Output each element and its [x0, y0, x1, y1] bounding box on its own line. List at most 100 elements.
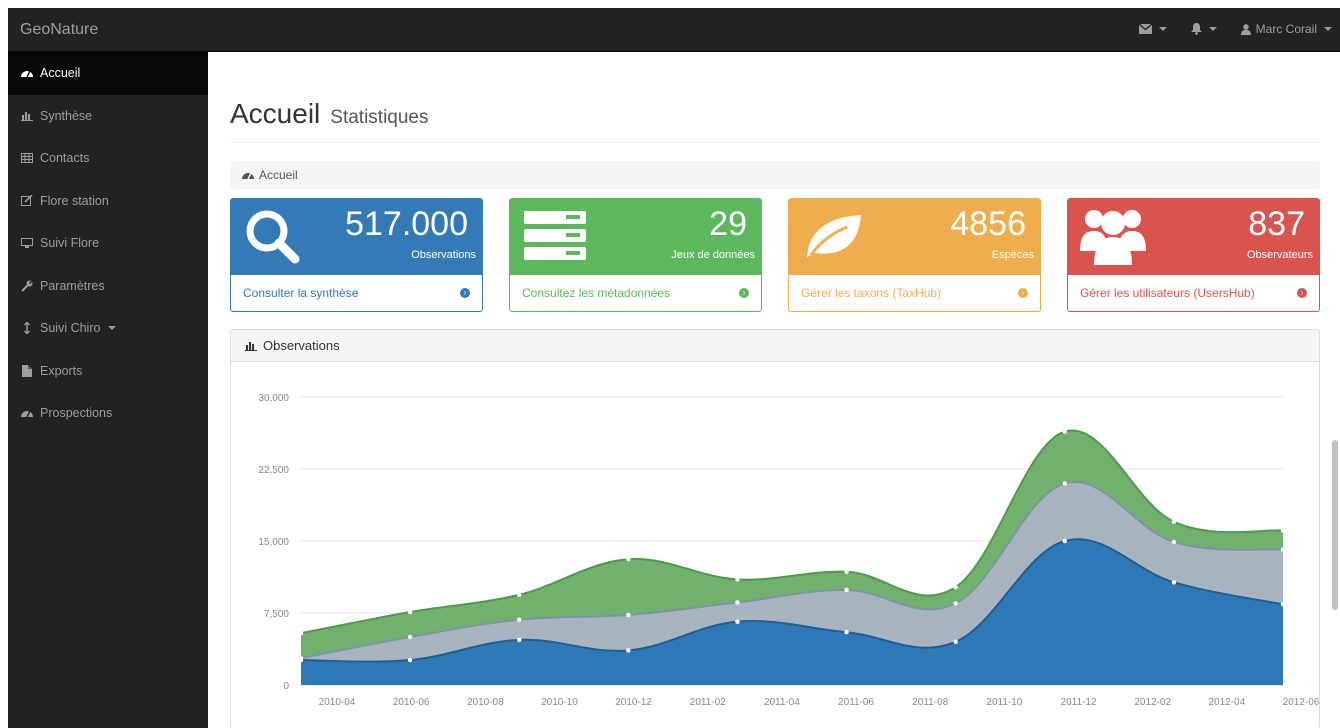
data-point — [953, 601, 958, 606]
sidebar-item-synthese[interactable]: Synthèse — [8, 95, 208, 138]
card-species: 4856 Espèces Gérer les taxons (TaxHub) › — [788, 198, 1041, 312]
data-point — [953, 584, 958, 590]
sidebar-item-label: Exports — [40, 363, 83, 378]
data-point — [953, 639, 958, 644]
sidebar-item-label: Prospections — [40, 406, 113, 421]
sidebar-item-label: Suivi Flore — [40, 236, 100, 251]
data-point — [407, 657, 413, 663]
sidebar-item-accueil[interactable]: Accueil — [8, 52, 208, 95]
breadcrumb: Accueil — [230, 161, 1320, 189]
data-point — [844, 630, 849, 635]
x-tick-label: 2010-08 — [467, 697, 504, 708]
desktop-icon — [20, 237, 34, 249]
data-point — [626, 557, 631, 562]
card-link[interactable]: Consultez les métadonnées › — [510, 275, 761, 311]
card-value: 517.000 — [345, 205, 468, 243]
server-icon — [524, 211, 586, 260]
x-tick-label: 2011-10 — [986, 697, 1022, 708]
x-tick-label: 2010-12 — [615, 697, 652, 708]
sidebar-item-label: Paramètres — [40, 278, 105, 293]
brand-logo[interactable]: GeoNature — [20, 21, 98, 39]
data-point — [844, 587, 849, 593]
panel-heading: Observations — [231, 330, 1319, 362]
bar-chart-icon — [245, 341, 257, 351]
data-point — [1171, 580, 1177, 585]
y-tick-label: 15,000 — [258, 537, 289, 548]
sidebar-item-label: Accueil — [40, 66, 81, 81]
observations-panel: Observations 0 7,500 15,000 22,500 30,000 201… — [230, 329, 1320, 728]
data-point — [1280, 602, 1286, 607]
sidebar-item-exports[interactable]: Exports — [8, 350, 208, 393]
resize-vertical-icon — [20, 322, 34, 335]
table-icon — [20, 153, 34, 164]
data-point — [1062, 429, 1067, 434]
card-label: Jeux de données — [671, 249, 755, 261]
sidebar-item-parametres[interactable]: Paramètres — [8, 265, 208, 308]
scrollbar-thumb[interactable] — [1332, 440, 1338, 610]
file-icon — [20, 364, 34, 377]
data-point — [1062, 538, 1067, 544]
caret-down-icon — [108, 326, 117, 331]
x-tick-label: 2012-04 — [1208, 697, 1245, 708]
page-header: Accueil Statistiques — [230, 98, 1320, 143]
sidebar-item-label: Contacts — [40, 151, 90, 166]
data-point — [844, 569, 849, 574]
breadcrumb-item[interactable]: Accueil — [259, 168, 298, 182]
sidebar-item-suivi-flore[interactable]: Suivi Flore — [8, 222, 208, 265]
messages-dropdown[interactable] — [1138, 24, 1167, 34]
data-point — [517, 592, 522, 597]
data-point — [407, 634, 413, 640]
alerts-dropdown[interactable] — [1190, 23, 1217, 35]
panel-title: Observations — [263, 338, 340, 353]
sidebar-item-suivi-chiro[interactable]: Suivi Chiro — [8, 307, 208, 350]
card-link[interactable]: Consulter la synthèse › — [231, 275, 482, 311]
card-datasets: 29 Jeux de données Consultez les métadon… — [509, 198, 762, 312]
data-point — [298, 630, 304, 636]
data-point — [1171, 539, 1177, 545]
card-label: Espèces — [991, 249, 1034, 261]
user-name: Marc Corail — [1255, 22, 1317, 36]
card-value: 4856 — [950, 205, 1026, 243]
x-tick-label: 2010-04 — [319, 697, 356, 708]
arrow-circle-right-icon: › — [739, 288, 749, 298]
y-tick-label: 0 — [283, 681, 289, 692]
edit-icon — [20, 195, 34, 207]
bar-chart-icon — [20, 111, 34, 121]
sidebar-item-prospections[interactable]: Prospections — [8, 392, 208, 435]
y-tick-label: 7,500 — [264, 609, 289, 620]
caret-down-icon — [1158, 27, 1167, 31]
card-link[interactable]: Gérer les taxons (TaxHub) › — [789, 275, 1040, 311]
stat-cards: 517.000 Observations Consulter la synthè… — [230, 198, 1320, 312]
data-point — [735, 619, 740, 624]
sidebar-item-flore-station[interactable]: Flore station — [8, 180, 208, 223]
sidebar-item-contacts[interactable]: Contacts — [8, 137, 208, 180]
card-label: Observateurs — [1246, 249, 1313, 261]
sidebar-item-label: Suivi Chiro — [40, 321, 101, 336]
card-link[interactable]: Gérer les utilisateurs (UsersHub) › — [1068, 275, 1319, 311]
x-tick-label: 2012-06 — [1283, 697, 1319, 708]
card-link-text: Consulter la synthèse — [243, 286, 359, 300]
x-tick-label: 2011-02 — [690, 697, 726, 708]
page-subtitle: Statistiques — [330, 107, 429, 128]
data-point — [1062, 481, 1067, 486]
caret-down-icon — [1208, 27, 1217, 31]
data-point — [1171, 519, 1177, 524]
page-title: Accueil — [230, 98, 321, 129]
main-content: Accueil Statistiques Accueil 517.000 Obs… — [230, 52, 1320, 728]
top-nav: Marc Corail — [1138, 22, 1332, 36]
card-link-text: Gérer les taxons (TaxHub) — [801, 286, 942, 300]
top-navbar: GeoNature Marc Corail — [8, 8, 1340, 52]
users-icon — [1080, 210, 1146, 265]
card-observers: 837 Observateurs Gérer les utilisateurs … — [1067, 198, 1320, 312]
x-tick-label: 2012-02 — [1134, 697, 1171, 708]
card-value: 29 — [709, 205, 747, 243]
sidebar-item-label: Flore station — [40, 193, 109, 208]
user-dropdown[interactable]: Marc Corail — [1240, 22, 1332, 36]
data-point — [1280, 547, 1286, 552]
data-point — [1280, 528, 1286, 533]
card-link-text: Consultez les métadonnées — [522, 286, 671, 300]
card-observations: 517.000 Observations Consulter la synthè… — [230, 198, 483, 312]
x-tick-label: 2011-08 — [912, 697, 948, 708]
envelope-icon — [1138, 24, 1152, 34]
card-value: 837 — [1248, 205, 1305, 243]
